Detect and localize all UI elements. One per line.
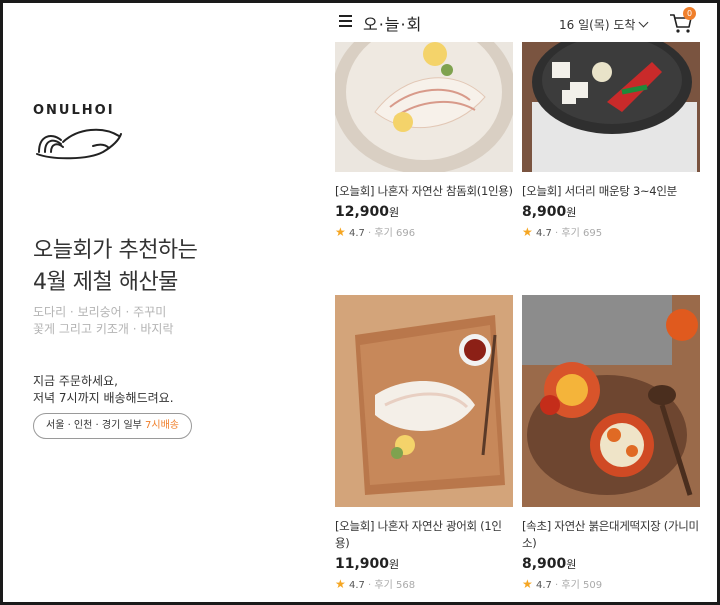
price-unit: 원 [566,558,577,571]
delivery-date-label: 16 일(목) 도착 [559,18,636,32]
delivery-date-selector[interactable]: 16 일(목) 도착 [559,16,649,33]
delivery-time-text: 7시배송 [145,420,180,431]
price-value: 11,900 [335,556,390,572]
review-count: · 후기 568 [368,580,416,591]
product-title[interactable]: [속초] 자연산 붉은대게떡지장 (가니미소) [522,518,700,552]
seafood-line-1: 도다리 · 보리숭어 · 주꾸미 [33,305,167,319]
logo-text: ONULHOI [33,103,115,118]
product-image[interactable] [522,295,700,507]
price-value: 8,900 [522,204,567,220]
hamburger-icon[interactable] [339,15,352,27]
product-card[interactable]: [속초] 자연산 붉은대게떡지장 (가니미소) 8,900원 ★ 4.7 · 후… [522,295,700,591]
promo-headline: 오늘회가 추천하는 4월 제철 해산물 [33,235,198,299]
price-value: 8,900 [522,556,567,572]
review-count: · 후기 509 [555,580,603,591]
product-image[interactable] [335,42,513,172]
order-notice: 지금 주문하세요, 저녁 7시까지 배송해드려요. [33,373,174,407]
delivery-area-badge[interactable]: 서울 · 인천 · 경기 일부 7시배송 [33,413,193,439]
top-header: 오·늘·회 16 일(목) 도착 0 [333,6,717,42]
product-rating: ★ 4.7 · 후기 568 [335,576,513,591]
product-card[interactable]: [오늘회] 나혼자 자연산 광어회 (1인용) 11,900원 ★ 4.7 · … [335,295,513,591]
promo-panel: ONULHOI 오늘회가 추천하는 4월 제철 해산물 도다리 · 보리숭어 ·… [3,3,333,602]
chevron-down-icon [638,17,649,28]
headline-line-2: 4월 제철 해산물 [33,270,178,295]
product-rating: ★ 4.7 · 후기 509 [522,576,700,591]
headline-line-1: 오늘회가 추천하는 [33,238,198,263]
order-line-1: 지금 주문하세요, [33,374,118,388]
brand-logo[interactable]: ONULHOI [33,103,153,166]
product-price: 8,900원 [522,204,700,220]
price-unit: 원 [389,558,400,571]
promo-seafood-list: 도다리 · 보리숭어 · 주꾸미 꽃게 그리고 키조개 · 바지락 [33,304,174,338]
app-frame: ONULHOI 오늘회가 추천하는 4월 제철 해산물 도다리 · 보리숭어 ·… [0,0,720,605]
product-title[interactable]: [오늘회] 나혼자 자연산 광어회 (1인용) [335,518,513,552]
rating-value: 4.7 [348,580,365,591]
review-count: · 후기 696 [368,228,416,239]
price-unit: 원 [566,206,577,219]
product-image[interactable] [335,295,513,507]
product-card[interactable]: [오늘회] 서더리 매운탕 3~4인분 8,900원 ★ 4.7 · 후기 69… [522,42,700,239]
review-count: · 후기 695 [555,228,603,239]
product-price: 8,900원 [522,556,700,572]
product-title[interactable]: [오늘회] 서더리 매운탕 3~4인분 [522,183,700,200]
delivery-area-text: 서울 · 인천 · 경기 일부 [46,420,142,431]
rating-value: 4.7 [348,228,365,239]
seafood-line-2: 꽃게 그리고 키조개 · 바지락 [33,322,174,336]
star-icon: ★ [522,577,533,591]
product-image[interactable] [522,42,700,172]
star-icon: ★ [335,225,346,239]
order-line-2: 저녁 7시까지 배송해드려요. [33,391,174,405]
price-value: 12,900 [335,204,390,220]
product-title[interactable]: [오늘회] 나혼자 자연산 참돔회(1인용) [335,183,513,200]
product-card[interactable]: [오늘회] 나혼자 자연산 참돔회(1인용) 12,900원 ★ 4.7 · 후… [335,42,513,239]
product-rating: ★ 4.7 · 후기 696 [335,224,513,239]
star-icon: ★ [522,225,533,239]
app-title[interactable]: 오·늘·회 [363,11,422,35]
product-price: 11,900원 [335,556,513,572]
rating-value: 4.7 [535,228,552,239]
star-icon: ★ [335,577,346,591]
rating-value: 4.7 [535,580,552,591]
cart-count-badge: 0 [683,7,696,20]
product-price: 12,900원 [335,204,513,220]
hands-logo-icon [36,128,122,160]
product-rating: ★ 4.7 · 후기 695 [522,224,700,239]
price-unit: 원 [389,206,400,219]
